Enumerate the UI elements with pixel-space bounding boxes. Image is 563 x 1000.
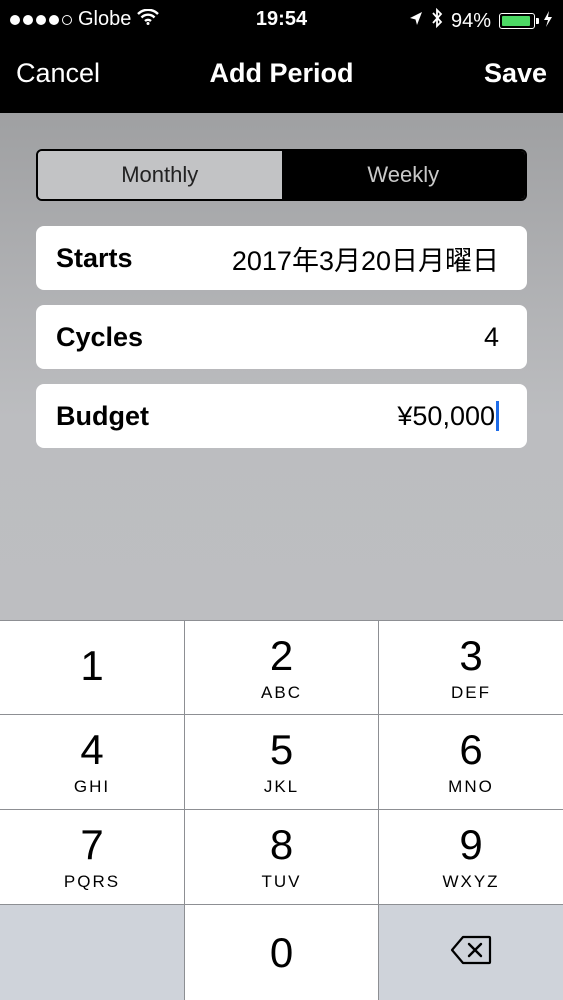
key-4[interactable]: 4 GHI [0, 715, 184, 809]
segment-monthly[interactable]: Monthly [38, 151, 282, 199]
key-digit: 3 [459, 631, 483, 679]
key-9[interactable]: 9 WXYZ [379, 810, 563, 904]
cycles-value: 4 [483, 321, 499, 352]
signal-dot [10, 14, 20, 25]
key-digit: 9 [459, 821, 483, 868]
signal-strength-icon [10, 14, 72, 25]
key-blank [0, 905, 184, 1000]
battery-percent: 94% [450, 9, 491, 32]
key-digit: 8 [269, 821, 294, 868]
key-digit: 4 [80, 726, 104, 773]
budget-field[interactable]: ¥50,000 [397, 401, 499, 432]
key-digit: 0 [269, 928, 294, 976]
delete-button[interactable] [379, 905, 563, 1000]
starts-row[interactable]: Starts 2017年3月20日月曜日 [36, 226, 527, 290]
key-letters: TUV [261, 872, 302, 891]
key-letters: MNO [448, 777, 494, 796]
key-digit: 2 [269, 631, 294, 679]
period-type-segmented-control: Monthly Weekly [36, 149, 527, 201]
key-letters: ABC [261, 682, 302, 702]
carrier-name: Globe [78, 8, 132, 30]
save-button[interactable]: Save [484, 58, 547, 89]
budget-label: Budget [56, 400, 149, 431]
signal-dot [62, 14, 72, 25]
location-arrow-icon [409, 10, 423, 33]
navigation-bar: Cancel Add Period Save [0, 38, 563, 113]
key-8[interactable]: 8 TUV [185, 810, 378, 904]
cycles-row[interactable]: Cycles 4 [36, 305, 527, 369]
cycles-label: Cycles [56, 321, 144, 352]
cancel-button[interactable]: Cancel [16, 58, 100, 89]
budget-row[interactable]: Budget ¥50,000 [36, 384, 527, 448]
backspace-icon [450, 935, 492, 970]
text-cursor [496, 401, 499, 431]
key-letters: GHI [73, 777, 111, 796]
key-1[interactable]: 1 [0, 621, 184, 714]
form-area: Monthly Weekly Starts 2017年3月20日月曜日 Cycl… [0, 113, 563, 620]
key-letters: WXYZ [442, 872, 500, 891]
segment-weekly[interactable]: Weekly [281, 151, 525, 199]
key-0[interactable]: 0 [185, 905, 378, 1000]
key-digit: 6 [459, 726, 483, 773]
starts-value: 2017年3月20日月曜日 [231, 245, 499, 276]
key-letters: PQRS [63, 872, 121, 891]
key-digit: 7 [80, 821, 104, 868]
status-left: Globe [10, 8, 160, 31]
signal-dot [23, 14, 33, 25]
key-7[interactable]: 7 PQRS [0, 810, 184, 904]
key-5[interactable]: 5 JKL [185, 715, 378, 809]
numeric-keypad: 1 2 ABC 3 DEF 4 GHI 5 JKL 6 MNO 7 PQRS 8… [0, 620, 563, 1000]
starts-label: Starts [56, 242, 133, 273]
signal-dot [36, 14, 46, 25]
battery-icon [499, 13, 539, 29]
wifi-icon [137, 8, 160, 31]
key-2[interactable]: 2 ABC [185, 621, 378, 714]
status-bar: Globe 19:54 94% [0, 0, 563, 38]
key-3[interactable]: 3 DEF [379, 621, 563, 714]
status-right: 94% [409, 7, 553, 34]
key-digit: 1 [80, 641, 104, 689]
bluetooth-icon [431, 7, 443, 34]
signal-dot [49, 14, 59, 25]
budget-value: ¥50,000 [397, 400, 495, 431]
charging-bolt-icon [543, 10, 553, 33]
key-digit: 5 [269, 726, 294, 773]
battery-fill [502, 16, 531, 26]
battery-tip [536, 18, 539, 24]
key-letters: DEF [451, 682, 491, 702]
key-letters: JKL [263, 777, 300, 796]
key-6[interactable]: 6 MNO [379, 715, 563, 809]
